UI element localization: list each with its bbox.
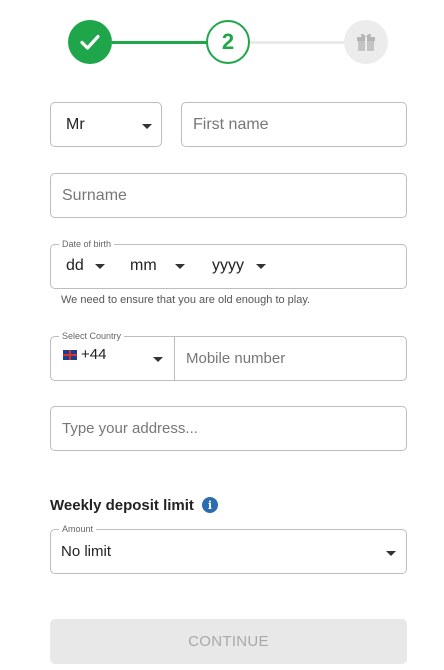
dob-day-placeholder: dd (66, 257, 84, 274)
step-2-number: 2 (221, 29, 235, 54)
dob-helper-text: We need to ensure that you are old enoug… (61, 294, 311, 306)
address-placeholder: Type your address... (62, 420, 198, 437)
mobile-number-placeholder: Mobile number (186, 350, 286, 367)
title-select-value: Mr (66, 116, 85, 133)
chevron-down-icon (95, 264, 105, 269)
first-name-placeholder: First name (193, 116, 269, 133)
checkmark-icon (80, 34, 100, 50)
step-2-current: 2 (206, 20, 250, 64)
chevron-down-icon (386, 551, 396, 556)
stepper-line-upcoming (250, 41, 346, 44)
chevron-down-icon (175, 264, 185, 269)
surname-input[interactable]: Surname (50, 173, 407, 218)
dob-day-select[interactable]: dd (51, 245, 113, 288)
dob-year-select[interactable]: yyyy (201, 245, 291, 288)
chevron-down-icon (142, 124, 152, 129)
country-code-value: +44 (81, 346, 107, 363)
phone-field: Select Country +44 Mobile number (50, 330, 407, 381)
stepper-line-completed (112, 41, 210, 44)
surname-placeholder: Surname (62, 187, 127, 204)
step-1-completed (68, 20, 112, 64)
country-code-select[interactable]: +44 (51, 337, 174, 380)
step-3-upcoming (344, 20, 388, 64)
dob-month-select[interactable]: mm (117, 245, 197, 288)
weekly-deposit-limit-title: Weekly deposit limit (50, 497, 194, 514)
chevron-down-icon (153, 357, 163, 362)
continue-button[interactable]: CONTINUE (50, 619, 407, 664)
dob-month-placeholder: mm (130, 257, 157, 274)
deposit-amount-select[interactable]: Amount No limit (50, 523, 407, 574)
mobile-number-input[interactable]: Mobile number (175, 337, 406, 380)
info-icon[interactable]: i (202, 497, 218, 513)
deposit-amount-value: No limit (61, 543, 112, 560)
amount-label: Amount (59, 523, 97, 535)
dob-year-placeholder: yyyy (212, 257, 244, 274)
title-select[interactable]: Mr (50, 102, 162, 147)
uk-flag-icon (63, 350, 77, 360)
chevron-down-icon (256, 264, 266, 269)
address-input[interactable]: Type your address... (50, 406, 407, 451)
gift-icon (357, 33, 375, 51)
progress-stepper: 2 (0, 0, 444, 86)
date-of-birth-field: Date of birth dd mm yyyy (50, 238, 407, 289)
first-name-input[interactable]: First name (181, 102, 407, 147)
